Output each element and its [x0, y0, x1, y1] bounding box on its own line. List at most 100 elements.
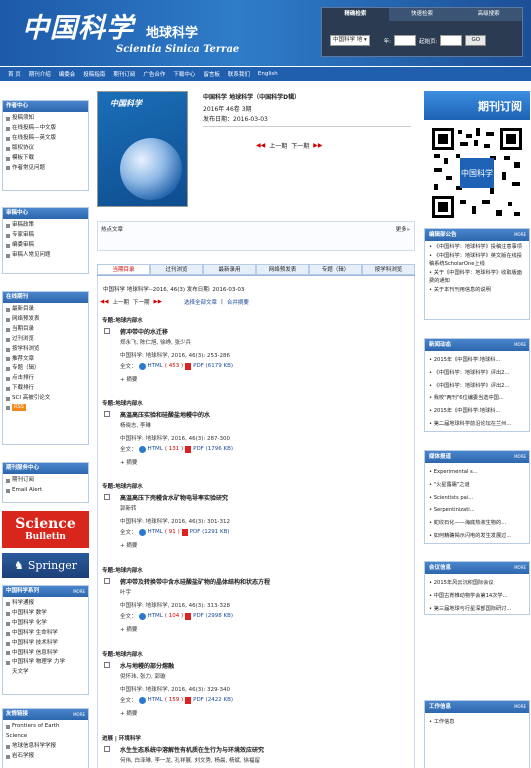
- page-input[interactable]: [440, 35, 463, 46]
- sidebar-item-subscribe[interactable]: 期刊订阅: [6, 476, 85, 486]
- abstract-toggle[interactable]: + 摘要: [120, 458, 137, 466]
- sidebar-item-click-rank[interactable]: 点击排行: [6, 374, 85, 384]
- pdf-link[interactable]: PDF (1796 KB): [193, 446, 233, 452]
- work-more-link[interactable]: MORE: [514, 701, 529, 713]
- html-link[interactable]: HTML: [148, 363, 163, 369]
- series-item[interactable]: 天文学: [6, 668, 85, 678]
- notice-item[interactable]: • 《中国科学：地球科学》英文版在线投稿系统ScholarOne上线: [429, 252, 525, 269]
- year-input[interactable]: [394, 35, 417, 46]
- news-item[interactable]: • 我校"两刊"6位编委当选中国...: [429, 392, 525, 405]
- abstract-toggle[interactable]: + 摘要: [120, 375, 137, 383]
- editor-more-link[interactable]: MORE: [514, 229, 529, 241]
- series-item[interactable]: 中国科学 技术科学: [6, 639, 85, 649]
- sidebar-item-online-submit-cn[interactable]: 在线投稿—中文版: [6, 124, 85, 134]
- html-link[interactable]: HTML: [148, 529, 163, 535]
- links-more-link[interactable]: MORE: [73, 709, 88, 720]
- abstract-toggle[interactable]: + 摘要: [120, 541, 137, 549]
- sidebar-item-archive[interactable]: 过刊浏览: [6, 335, 85, 345]
- article-title[interactable]: 俯冲带中的水迁移: [120, 327, 168, 336]
- article-checkbox[interactable]: [104, 746, 110, 752]
- media-item[interactable]: • Scientists pai...: [429, 492, 525, 505]
- sidebar-item-online-submit-en[interactable]: 在线投稿—英文版: [6, 134, 85, 144]
- meeting-more-link[interactable]: MORE: [514, 562, 529, 574]
- select-all-link[interactable]: 选择全部文章: [184, 298, 217, 306]
- sidebar-item-download-rank[interactable]: 下载排行: [6, 384, 85, 394]
- html-link[interactable]: HTML: [148, 697, 163, 703]
- sidebar-item-reviewer-faq[interactable]: 审稿人常见问题: [6, 251, 85, 261]
- article-checkbox[interactable]: [104, 494, 110, 500]
- science-bulletin-banner[interactable]: Science Bulletin: [2, 511, 89, 548]
- article-checkbox[interactable]: [104, 411, 110, 417]
- go-button[interactable]: GO: [465, 35, 487, 46]
- article-title[interactable]: 高温高压实验和硅酸盐地幔中的水: [120, 410, 210, 419]
- article-title[interactable]: 俯冲带及转换带中含水硅酸盐矿物的晶体结构和状态方程: [120, 577, 270, 586]
- series-item[interactable]: 中国科学 生命科学: [6, 629, 85, 639]
- article-checkbox[interactable]: [104, 578, 110, 584]
- nav-download[interactable]: 下载中心: [173, 70, 195, 78]
- tab-subject[interactable]: 按学科浏览: [362, 264, 415, 275]
- news-item[interactable]: • 《中国科学：地球科学》评出2...: [429, 367, 525, 380]
- tab-special[interactable]: 专题（辑）: [309, 264, 362, 275]
- tab-archive[interactable]: 过刊浏览: [150, 264, 203, 275]
- subscribe-banner[interactable]: 期刊订阅: [424, 91, 530, 120]
- hot-more-link[interactable]: 更多»: [396, 225, 410, 233]
- series-item[interactable]: 科学通报: [6, 599, 85, 609]
- series-item[interactable]: 中国科学 化学: [6, 619, 85, 629]
- tab-exact-search[interactable]: 精确检索: [322, 8, 389, 21]
- sidebar-item-copyright[interactable]: 版权协议: [6, 144, 85, 154]
- sidebar-item-expert-review[interactable]: 专家审稿: [6, 231, 85, 241]
- news-item[interactable]: • 第二届地球科学前沿论坛在兰州...: [429, 418, 525, 431]
- media-item[interactable]: • 蛇纹石化——海底热液生物的...: [429, 517, 525, 530]
- media-more-link[interactable]: MORE: [514, 451, 529, 463]
- pdf-link[interactable]: PDF (2998 KB): [193, 613, 233, 619]
- notice-item[interactable]: • 关于《中国科学：地球科学》收取版面费的通知: [429, 269, 525, 286]
- news-item[interactable]: • 2015年《中国科学:地球科...: [429, 354, 525, 367]
- pdf-link[interactable]: PDF (6179 KB): [193, 363, 233, 369]
- sidebar-item-sci-cited[interactable]: SCI 高被引论文: [6, 394, 85, 404]
- notice-item[interactable]: • 《中国科学：地球科学》投稿注意事项: [429, 243, 525, 252]
- news-item[interactable]: • 《中国科学：地球科学》评出2...: [429, 380, 525, 393]
- article-checkbox[interactable]: [104, 328, 110, 334]
- sidebar-item-recommended[interactable]: 推荐文章: [6, 355, 85, 365]
- pdf-link[interactable]: PDF (1291 KB): [190, 529, 230, 535]
- journal-select[interactable]: 中国科学 地 ▾: [330, 35, 370, 46]
- meeting-item[interactable]: • 中国古脊椎动物学会第14次学...: [429, 590, 525, 603]
- meeting-item[interactable]: • 第三届地球与行星深部国际研讨...: [429, 603, 525, 616]
- sidebar-item-template[interactable]: 模板下载: [6, 154, 85, 164]
- link-item[interactable]: Science: [6, 732, 85, 742]
- prev-issue-link[interactable]: 上一期: [269, 141, 287, 150]
- journal-cover[interactable]: 中国科学: [97, 91, 188, 207]
- sidebar-item-author-faq[interactable]: 作者常见问题: [6, 164, 85, 174]
- sidebar-item-latest-toc[interactable]: 最新目录: [6, 305, 85, 315]
- sidebar-item-submission-notice[interactable]: 投稿须知: [6, 114, 85, 124]
- nav-contact[interactable]: 联系我们: [228, 70, 250, 78]
- abstract-toggle[interactable]: + 摘要: [120, 709, 137, 717]
- nav-home[interactable]: 首 页: [8, 70, 21, 78]
- article-title[interactable]: 高温高压下壳幔含水矿物电导率实验研究: [120, 493, 228, 502]
- nav-guestbook[interactable]: 留言板: [203, 70, 220, 78]
- link-item[interactable]: 岩石学报: [6, 752, 85, 762]
- sidebar-item-email-alert[interactable]: Email Alert: [6, 486, 85, 496]
- media-item[interactable]: • 如何精确揭示闪电的发生发展过...: [429, 530, 525, 543]
- news-more-link[interactable]: MORE: [514, 339, 529, 351]
- media-item[interactable]: • Experimental s...: [429, 466, 525, 479]
- series-item[interactable]: 中国科学 物理学 力学: [6, 658, 85, 668]
- pdf-link[interactable]: PDF (2422 KB): [193, 697, 233, 703]
- toc-next-link[interactable]: 下一期: [133, 298, 150, 306]
- tab-accepted[interactable]: 最新录用: [203, 264, 256, 275]
- springer-banner[interactable]: ♞ Springer: [2, 553, 89, 578]
- article-title[interactable]: 水与地幔的部分熔融: [120, 661, 174, 670]
- sidebar-item-review-policy[interactable]: 审稿政策: [6, 221, 85, 231]
- merge-abstract-link[interactable]: 合并摘要: [227, 298, 249, 306]
- tab-advanced-search[interactable]: 高级搜索: [455, 8, 522, 21]
- tab-current-toc[interactable]: 当期目录: [97, 264, 150, 275]
- meeting-item[interactable]: • 2015年风云沉积国际会议: [429, 577, 525, 590]
- media-item[interactable]: • "火星露霜"之谜: [429, 479, 525, 492]
- sidebar-item-special-issue[interactable]: 专题（辑）: [6, 364, 85, 374]
- nav-board[interactable]: 编委会: [59, 70, 76, 78]
- nav-guide[interactable]: 投稿指南: [83, 70, 105, 78]
- html-link[interactable]: HTML: [148, 613, 163, 619]
- html-link[interactable]: HTML: [148, 446, 163, 452]
- article-checkbox[interactable]: [104, 662, 110, 668]
- sidebar-item-current-toc[interactable]: 当期目录: [6, 325, 85, 335]
